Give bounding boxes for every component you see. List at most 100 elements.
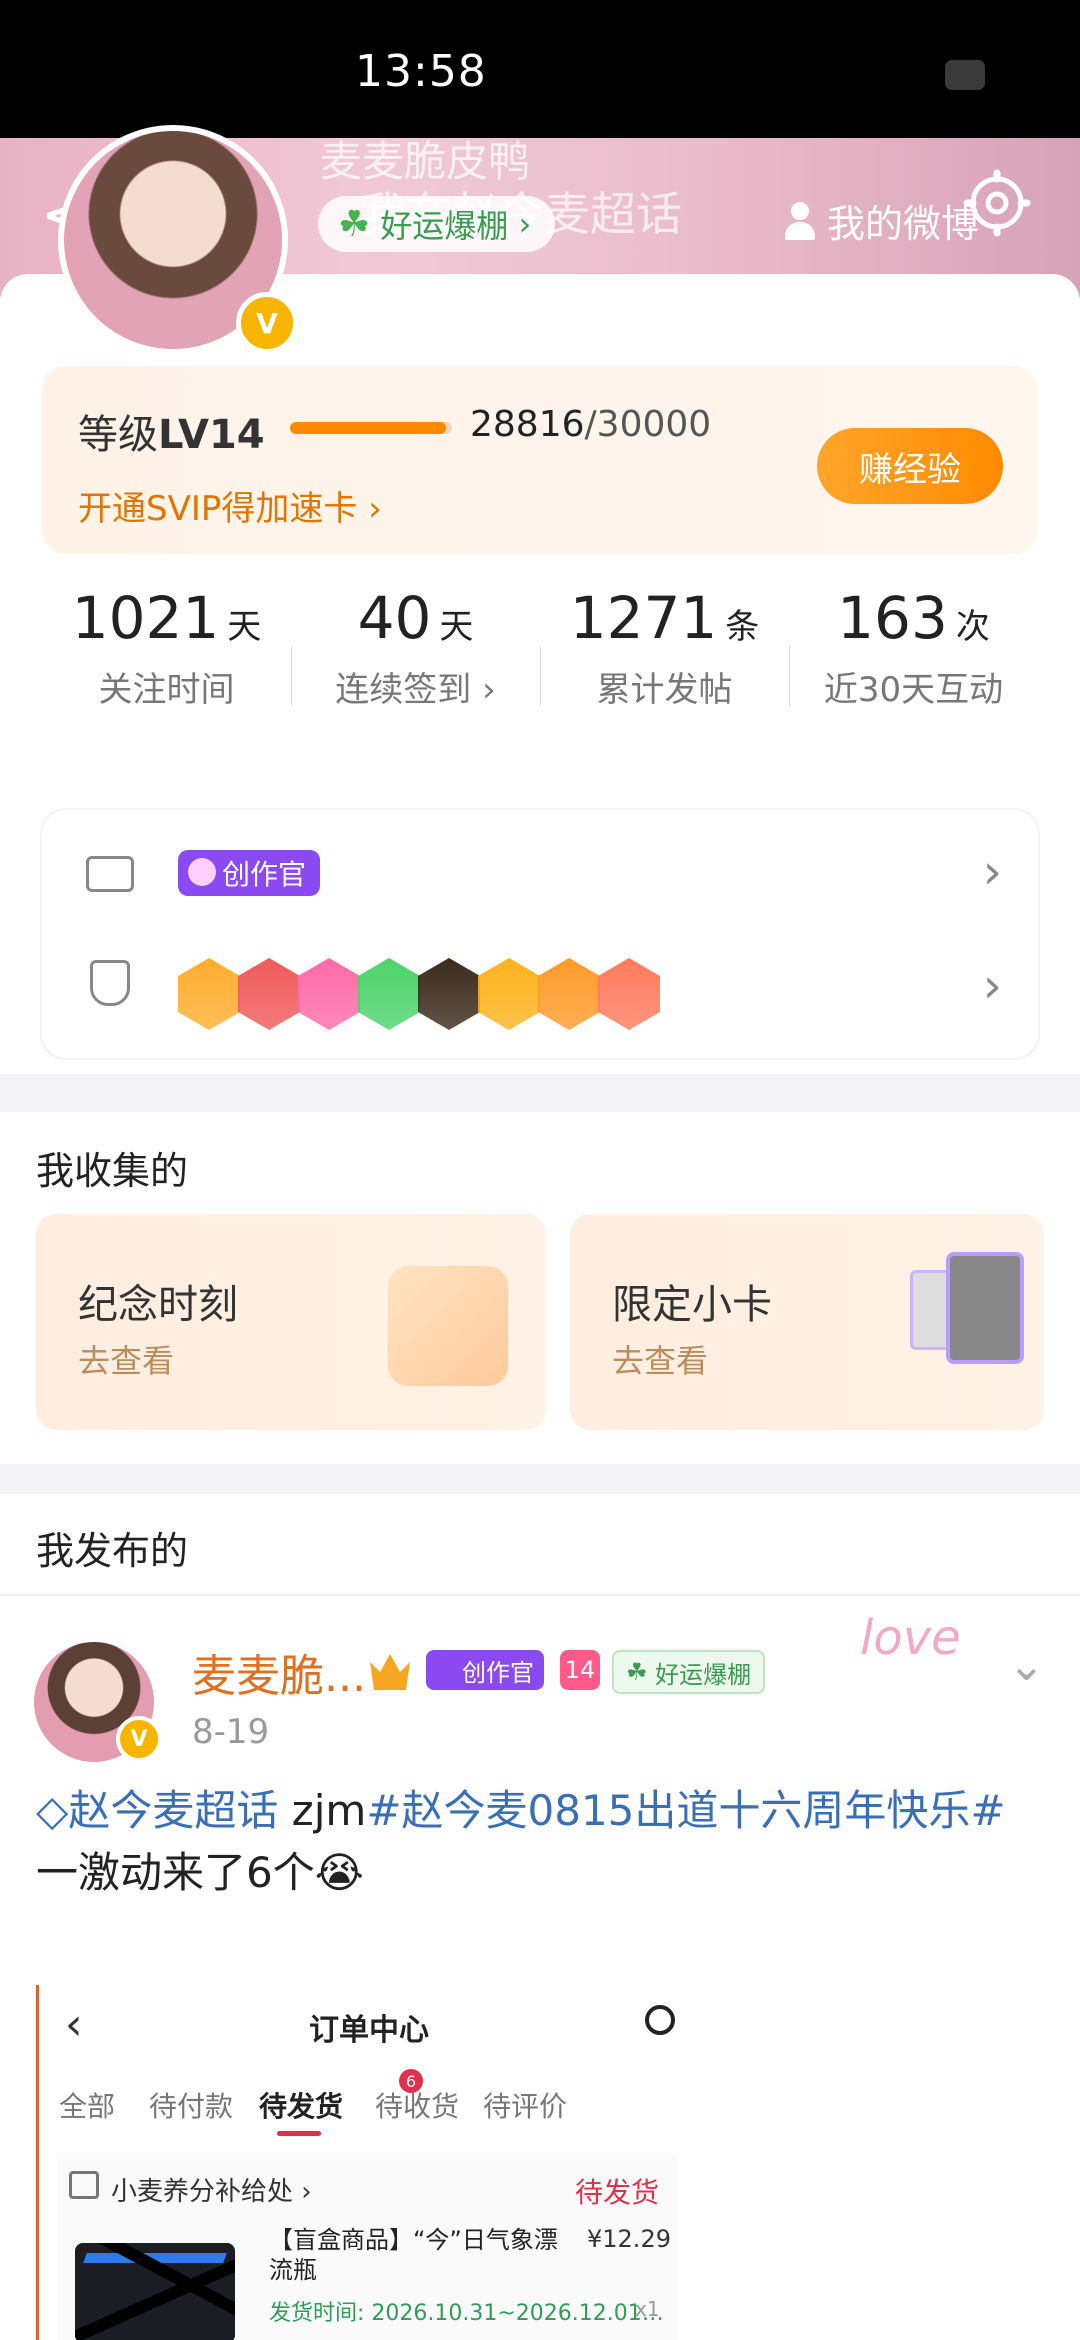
medal-icon — [90, 960, 130, 1006]
luck-chip[interactable]: ☘ 好运爆棚 › — [318, 196, 556, 252]
stat-label: 连续签到 › — [335, 670, 496, 710]
stat-value: 40 — [357, 584, 432, 652]
embed-shop-name: 小麦养分补给处 › — [111, 2177, 312, 2207]
stat-unit: 天 — [439, 607, 474, 647]
post-text: ◇赵今麦超话 zjm#赵今麦0815出道十六周年快乐# 一激动来了6个😭 — [36, 1780, 1046, 1904]
calendar-heart-icon — [388, 1266, 508, 1386]
level-tag: 14 — [560, 1650, 600, 1690]
chevron-right-icon: › — [357, 489, 382, 529]
clover-icon: ☘ — [626, 1658, 656, 1686]
stat-label: 近30天互动 — [823, 670, 1004, 710]
stat-value: 1021 — [71, 584, 220, 652]
shop-icon — [69, 2171, 99, 2199]
medal-badge-icon — [598, 958, 660, 1030]
section-title: 我发布的 — [36, 1529, 189, 1573]
battery-icon — [945, 60, 985, 90]
medal-badge-icon — [178, 958, 240, 1030]
luck-label: 好运爆棚 — [380, 207, 509, 245]
embed-qty: x1 — [635, 2297, 660, 2321]
medal-badge-icon — [478, 958, 540, 1030]
stat-label: 关注时间 — [98, 670, 235, 710]
medal-badge-icon — [238, 958, 300, 1030]
post-author-name[interactable]: 麦麦脆... — [192, 1640, 366, 1704]
medal-badge-icon — [538, 958, 600, 1030]
status-time: 13:58 — [355, 46, 487, 97]
embed-tab: 待评价 — [483, 2090, 568, 2123]
gear-icon[interactable] — [962, 168, 1032, 238]
level-max: /30000 — [584, 404, 712, 445]
love-deco: love — [860, 1610, 961, 1666]
super-topic-link[interactable]: ◇赵今麦超话 — [36, 1786, 278, 1835]
stat-unit: 次 — [955, 607, 990, 647]
photo-card-image — [946, 1252, 1024, 1364]
chevron-right-icon[interactable]: › — [983, 844, 1002, 900]
level-value: LV14 — [158, 412, 265, 458]
my-weibo-label: 我的微博 — [827, 202, 980, 246]
level-progress-fill — [290, 422, 446, 434]
luck-tag-label: 好运爆棚 — [655, 1660, 752, 1689]
collect-section: 我收集的 纪念时刻 去查看 限定小卡 去查看 — [0, 1112, 1080, 1464]
level-label: 等级LV14 — [78, 402, 265, 460]
badge-card: 创作官 › › — [42, 810, 1038, 1058]
stat-value: 1271 — [569, 584, 718, 652]
verified-badge-icon: V — [116, 1716, 162, 1762]
stat-interactions: 163 次 近30天互动 — [789, 584, 1038, 711]
post-text-line: 一激动来了6个😭 — [36, 1848, 364, 1897]
embed-tab: 全部 — [59, 2090, 116, 2123]
post-text-segment: zjm — [278, 1786, 367, 1835]
embed-price: ¥12.29 — [587, 2225, 671, 2253]
card-subtitle: 去查看 — [78, 1342, 175, 1380]
stat-unit: 条 — [725, 607, 760, 647]
card-subtitle: 去查看 — [612, 1342, 709, 1380]
chevron-right-icon: › — [508, 205, 532, 243]
chevron-down-icon[interactable]: ⌄ — [1008, 1640, 1045, 1691]
creator-tag[interactable]: 创作官 — [426, 1650, 544, 1690]
stat-follow-days: 1021 天 关注时间 — [42, 584, 291, 711]
level-card: 等级LV14 28816/30000 开通SVIP得加速卡 › 赚经验 — [42, 366, 1038, 554]
verified-badge-icon: V — [236, 292, 298, 354]
search-icon — [645, 2005, 675, 2035]
embed-tab-active: 待发货 — [259, 2090, 344, 2123]
memorial-card[interactable]: 纪念时刻 去查看 — [36, 1214, 546, 1430]
level-prefix: 等级 — [78, 412, 158, 458]
back-icon: ‹ — [65, 1999, 83, 2050]
hashtag-link[interactable]: #赵今麦0815出道十六周年快乐# — [366, 1786, 1005, 1835]
clover-icon: ☘ — [338, 203, 371, 245]
stat-unit: 天 — [227, 607, 262, 647]
embed-tab: 待付款 — [149, 2090, 234, 2123]
luck-tag[interactable]: ☘ 好运爆棚 — [612, 1650, 766, 1694]
stat-value: 163 — [837, 584, 948, 652]
embed-title: 订单中心 — [309, 2013, 429, 2048]
section-title: 我收集的 — [36, 1149, 189, 1193]
level-current: 28816 — [470, 404, 585, 445]
post-time: 8-19 — [192, 1712, 270, 1752]
divider — [0, 1594, 1080, 1596]
stat-label: 累计发帖 — [596, 670, 733, 710]
level-progress-bar — [290, 422, 452, 434]
stat-checkin-days[interactable]: 40 天 连续签到 › — [291, 584, 540, 711]
stat-posts: 1271 条 累计发帖 — [540, 584, 789, 711]
chevron-right-icon[interactable]: › — [983, 958, 1002, 1014]
limited-card[interactable]: 限定小卡 去查看 — [570, 1214, 1044, 1430]
medal-badge-icon — [298, 958, 360, 1030]
medal-badge-icon — [358, 958, 420, 1030]
profile-main-card: 等级LV14 28816/30000 开通SVIP得加速卡 › 赚经验 1021… — [0, 274, 1080, 1074]
medal-badge-icon — [418, 958, 480, 1030]
card-title: 限定小卡 — [612, 1282, 772, 1328]
my-weibo-link[interactable]: 我的微博 — [785, 193, 979, 248]
embed-ship-time: 发货时间: 2026.10.31~2026.12.01… — [269, 2301, 664, 2326]
level-points: 28816/30000 — [470, 404, 711, 445]
embed-status: 待发货 — [575, 2176, 660, 2209]
embed-tab-badge: 6 — [399, 2069, 423, 2093]
earn-exp-button[interactable]: 赚经验 — [817, 428, 1003, 504]
status-bar: 13:58 — [0, 0, 1080, 138]
embed-item-thumbnail — [75, 2243, 235, 2340]
id-card-icon — [86, 856, 134, 892]
svip-link-label: 开通SVIP得加速卡 — [78, 489, 358, 529]
stats-row: 1021 天 关注时间 40 天 连续签到 › 1271 条 累计发帖 163 次 近3… — [42, 584, 1038, 744]
post-image[interactable]: ‹ 订单中心 全部 待付款 待发货 待收货 待评价 6 小麦养分补给处 › 待发… — [36, 1985, 689, 2340]
creator-tag[interactable]: 创作官 — [178, 850, 321, 896]
card-title: 纪念时刻 — [78, 1282, 238, 1328]
person-icon — [785, 201, 815, 240]
svip-link[interactable]: 开通SVIP得加速卡 › — [78, 481, 382, 530]
